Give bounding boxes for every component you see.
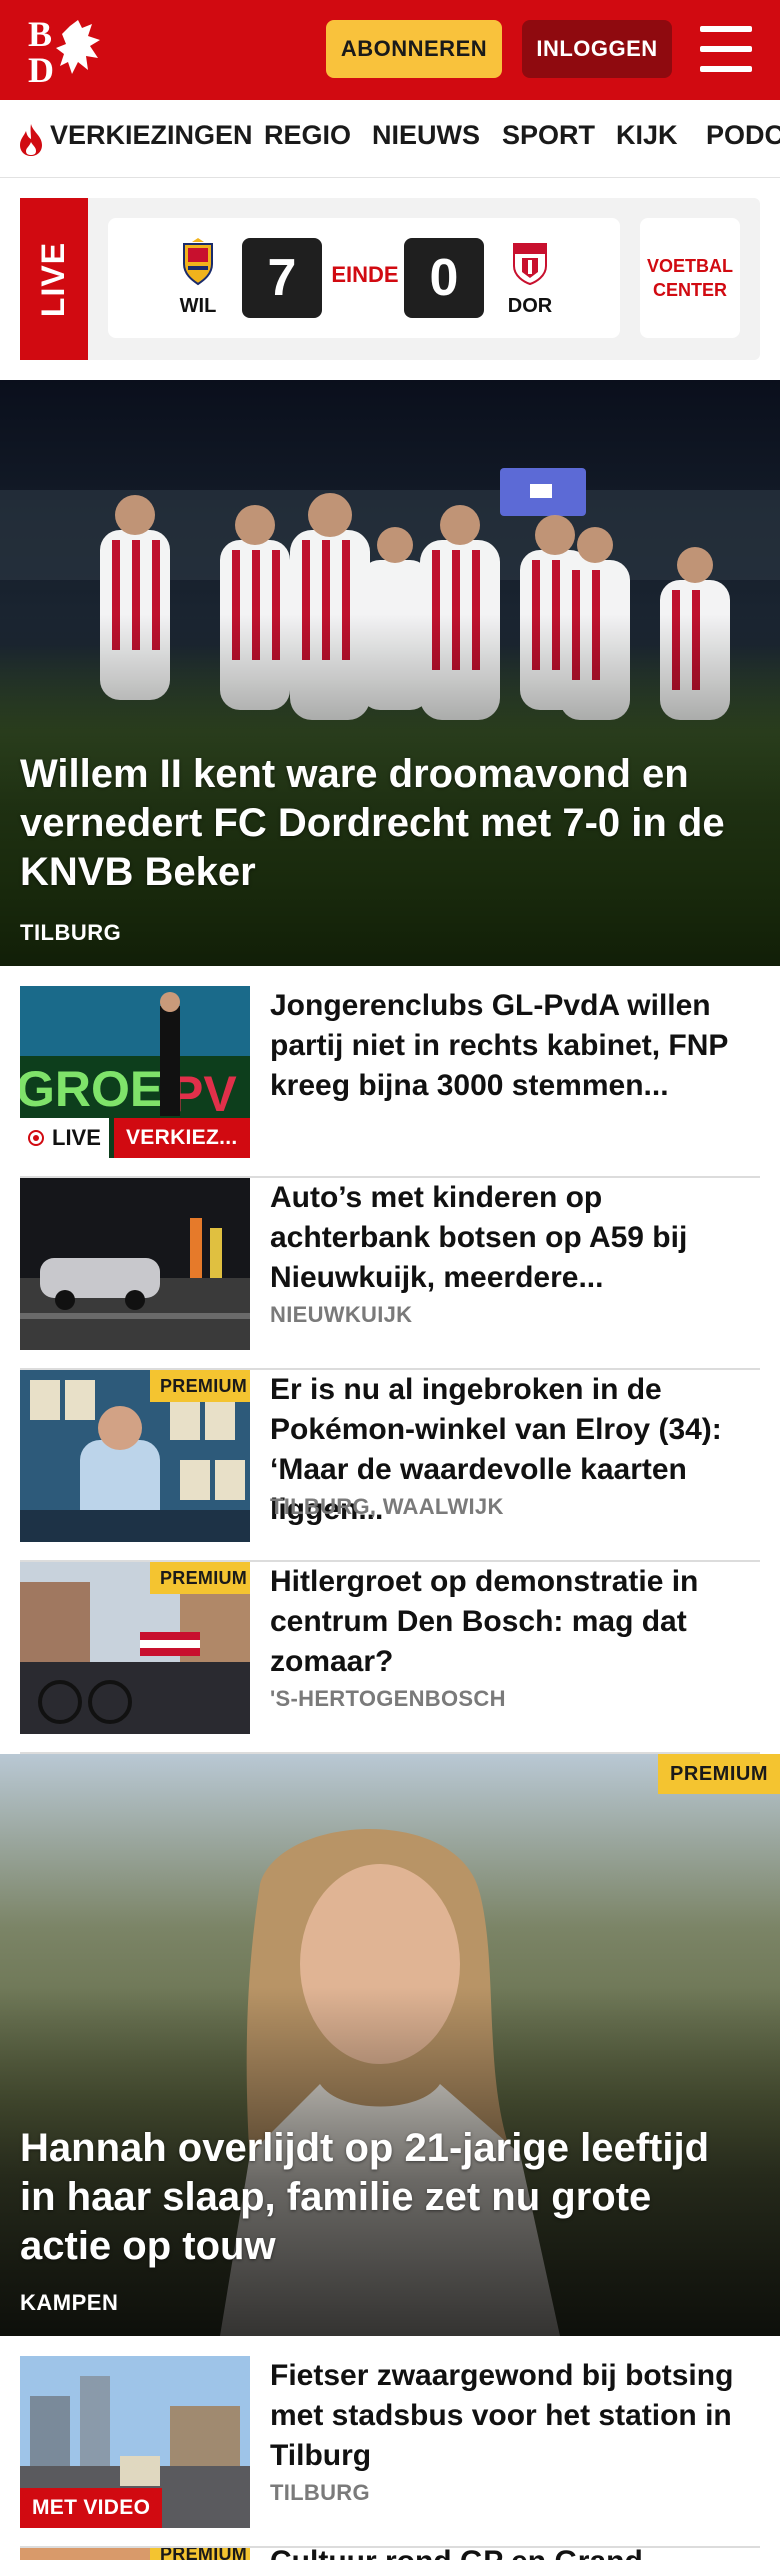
list-item[interactable]: MET VIDEO Fietser zwaargewond bij botsin…: [20, 2356, 760, 2548]
hero-article-willem-ii[interactable]: Willem II kent ware droomavond en verned…: [0, 380, 780, 966]
nav-item-regio[interactable]: REGIO: [264, 120, 351, 151]
list-item[interactable]: PREMIUM Er is nu al ingebroken in de Pok…: [20, 1370, 760, 1562]
article-title[interactable]: Fietser zwaargewond bij botsing met stad…: [270, 2356, 750, 2476]
premium-badge: PREMIUM: [150, 1370, 250, 1402]
match-score-card[interactable]: WIL 7 EINDE 0 DOR: [108, 218, 620, 338]
svg-text:D: D: [28, 50, 54, 86]
match-status: EINDE: [331, 262, 399, 287]
hero-location: TILBURG: [20, 920, 122, 945]
premium-badge: PREMIUM: [150, 2548, 250, 2560]
video-label: MET VIDEO: [20, 2488, 163, 2528]
article-location: TILBURG: [270, 2480, 370, 2505]
nav-item-sport[interactable]: SPORT: [502, 120, 595, 151]
article-title[interactable]: Auto’s met kinderen op achterbank botsen…: [270, 1178, 750, 1298]
home-team: WIL: [168, 238, 228, 318]
hero-article-hannah[interactable]: PREMIUM Hannah overlijdt op 21-jarige le…: [0, 1754, 780, 2336]
article-location: TILBURG, WAALWIJK: [270, 1494, 504, 1519]
live-badge: LIVE: [20, 198, 88, 360]
article-title[interactable]: Cultuur rond GP en Grand...: [270, 2548, 750, 2560]
nav-item-verkiezingen[interactable]: VERKIEZINGEN: [50, 120, 253, 151]
main-navigation: VERKIEZINGEN REGIO NIEUWS SPORT KIJK POD…: [0, 100, 780, 178]
site-header: B D ABONNEREN INLOGGEN: [0, 0, 780, 100]
live-dot-icon: [28, 1130, 44, 1146]
voetbal-center-link[interactable]: VOETBAL CENTER: [640, 218, 740, 338]
article-title[interactable]: Hitlergroet op demonstratie in centrum D…: [270, 1562, 750, 1682]
subscribe-button[interactable]: ABONNEREN: [326, 20, 502, 78]
hero-title[interactable]: Willem II kent ware droomavond en verned…: [20, 750, 750, 897]
svg-text:GROE: GROE: [20, 1061, 163, 1117]
nav-item-podcast[interactable]: PODC: [706, 120, 780, 151]
article-location: NIEUWKUIJK: [270, 1302, 413, 1327]
away-score: 0: [404, 238, 484, 318]
hero-location: KAMPEN: [20, 2290, 119, 2315]
away-team: DOR: [500, 238, 560, 318]
list-item[interactable]: PREMIUM Cultuur rond GP en Grand...: [20, 2548, 760, 2560]
list-item[interactable]: Auto’s met kinderen op achterbank botsen…: [20, 1178, 760, 1370]
category-label: VERKIEZ...: [114, 1118, 250, 1158]
willem-ii-crest-icon: [183, 238, 213, 286]
svg-text:B: B: [28, 14, 52, 54]
premium-badge: PREMIUM: [150, 1562, 250, 1594]
article-location: 'S-HERTOGENBOSCH: [270, 1686, 506, 1711]
fc-dordrecht-crest-icon: [513, 243, 547, 286]
article-title[interactable]: Jongerenclubs GL-PvdA willen partij niet…: [270, 986, 750, 1106]
bd-logo[interactable]: B D: [26, 14, 116, 86]
list-item[interactable]: GROE PV LIVE VERKIEZ... Jongerenclubs GL…: [20, 986, 760, 1178]
premium-badge: PREMIUM: [658, 1754, 780, 1794]
live-scoreboard: LIVE WIL 7 EINDE 0 DOR VOETBAL CENTER: [20, 198, 760, 360]
live-label: LIVE: [20, 1118, 109, 1158]
nav-item-nieuws[interactable]: NIEUWS: [372, 120, 480, 151]
flame-icon: [20, 124, 42, 156]
home-score: 7: [242, 238, 322, 318]
hero-title[interactable]: Hannah overlijdt op 21-jarige leeftijd i…: [20, 2124, 750, 2271]
nav-item-kijk[interactable]: KIJK: [616, 120, 678, 151]
hamburger-menu-icon[interactable]: [700, 26, 752, 72]
svg-text:PV: PV: [170, 1066, 237, 1122]
article-thumbnail-car-crash: [20, 1178, 250, 1350]
login-button[interactable]: INLOGGEN: [522, 20, 672, 78]
list-item[interactable]: PREMIUM Hitlergroet op demonstratie in c…: [20, 1562, 760, 1754]
